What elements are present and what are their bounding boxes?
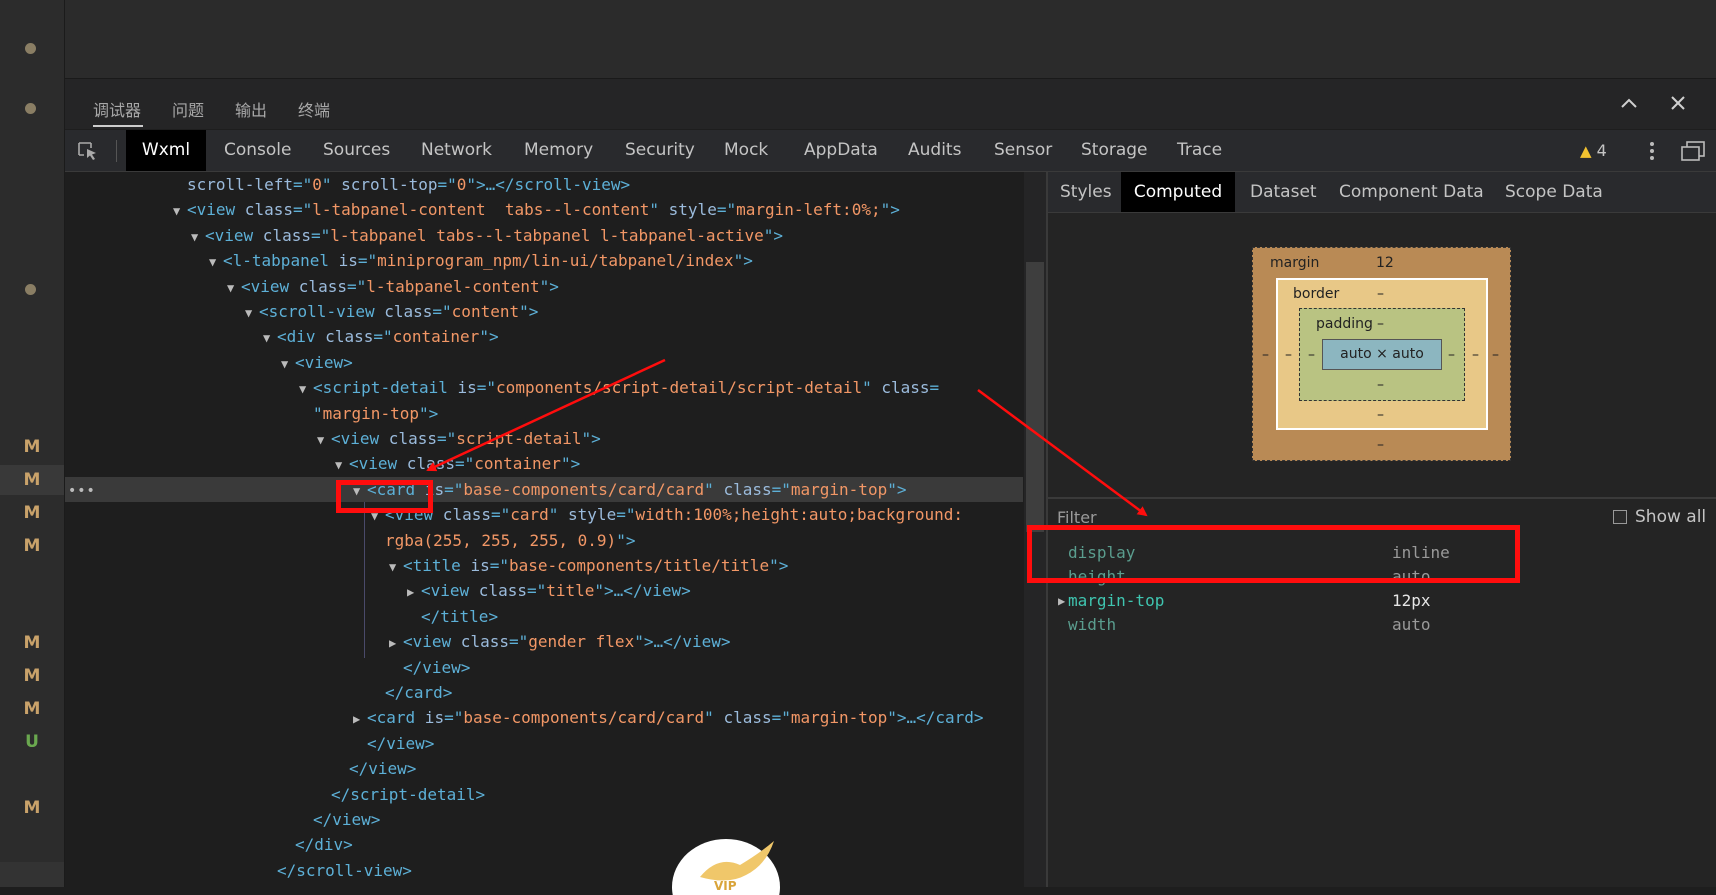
vip-bird-logo: VIP — [672, 839, 780, 895]
vip-logo-text: VIP — [714, 879, 737, 893]
annotation-arrows — [426, 358, 1148, 517]
